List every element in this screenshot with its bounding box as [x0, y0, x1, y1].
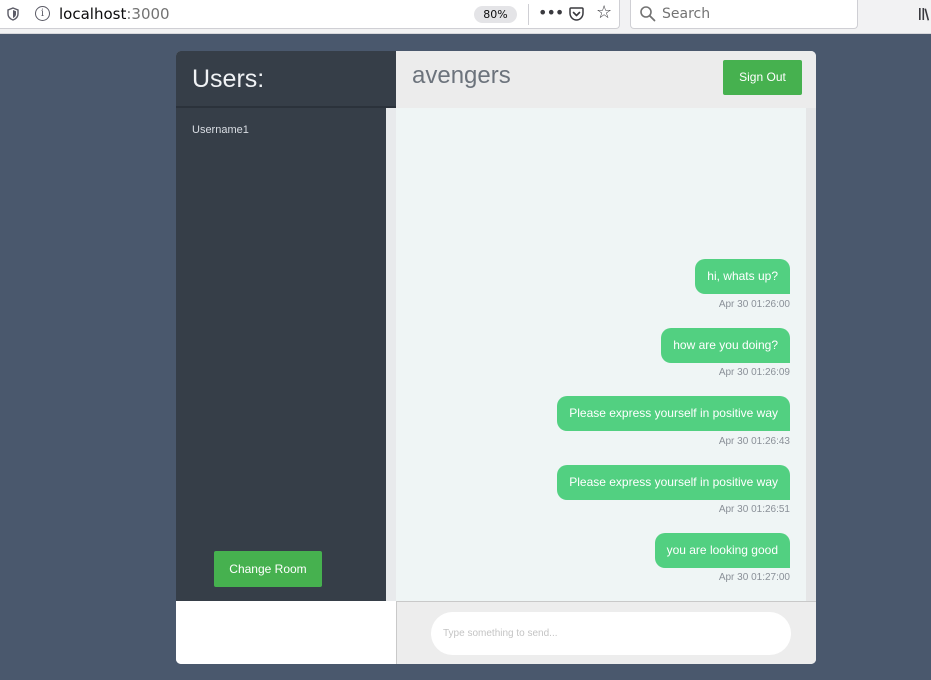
message-input[interactable] [431, 612, 791, 655]
url-bar[interactable]: i localhost:3000 80% ••• ☆ [0, 0, 620, 29]
message-list: hi, whats up? Apr 30 01:26:00 how are yo… [396, 108, 816, 601]
users-sidebar: Users: Username1 Change Room [176, 51, 396, 601]
url-host: localhost [59, 5, 127, 23]
chat-app-card: Users: Username1 Change Room avengers Si… [176, 51, 816, 664]
url-port: :3000 [126, 5, 170, 23]
change-room-button[interactable]: Change Room [214, 551, 322, 587]
bookmark-star-icon[interactable]: ☆ [596, 3, 612, 23]
user-list: Username1 [192, 124, 249, 136]
message-bubble: how are you doing? [661, 328, 790, 363]
message-timestamp: Apr 30 01:26:00 [718, 299, 790, 310]
message-timestamp: Apr 30 01:26:09 [718, 367, 790, 378]
sidebar-scrollbar[interactable] [386, 108, 396, 601]
messages-scrollbar[interactable] [806, 108, 816, 601]
browser-search-box[interactable]: Search [630, 0, 858, 29]
pocket-icon[interactable] [569, 7, 584, 21]
room-title: avengers [412, 62, 511, 89]
sidebar-header: Users: [176, 51, 396, 108]
message-composer [396, 601, 816, 664]
search-placeholder: Search [662, 6, 711, 22]
more-actions-icon[interactable]: ••• [538, 3, 564, 22]
browser-toolbar: i localhost:3000 80% ••• ☆ Search [0, 0, 931, 34]
library-icon[interactable] [918, 6, 931, 22]
message-bubble: hi, whats up? [695, 259, 790, 294]
info-icon[interactable]: i [35, 6, 50, 21]
search-icon [640, 6, 656, 22]
message-timestamp: Apr 30 01:27:00 [718, 572, 790, 583]
message-timestamp: Apr 30 01:26:43 [718, 436, 790, 447]
url-separator [528, 4, 529, 25]
zoom-level-badge[interactable]: 80% [474, 6, 517, 23]
sidebar-title: Users: [192, 65, 265, 93]
message-bubble: Please express yourself in positive way [557, 396, 790, 431]
chat-header: avengers Sign Out [396, 51, 816, 108]
sign-out-button[interactable]: Sign Out [723, 60, 802, 95]
message-timestamp: Apr 30 01:26:51 [718, 504, 790, 515]
user-list-item[interactable]: Username1 [192, 124, 249, 136]
sidebar-footer [176, 601, 396, 664]
message-bubble: you are looking good [654, 533, 790, 568]
message-bubble: Please express yourself in positive way [557, 465, 790, 500]
shield-icon[interactable] [7, 7, 19, 21]
url-text[interactable]: localhost:3000 [59, 5, 170, 23]
